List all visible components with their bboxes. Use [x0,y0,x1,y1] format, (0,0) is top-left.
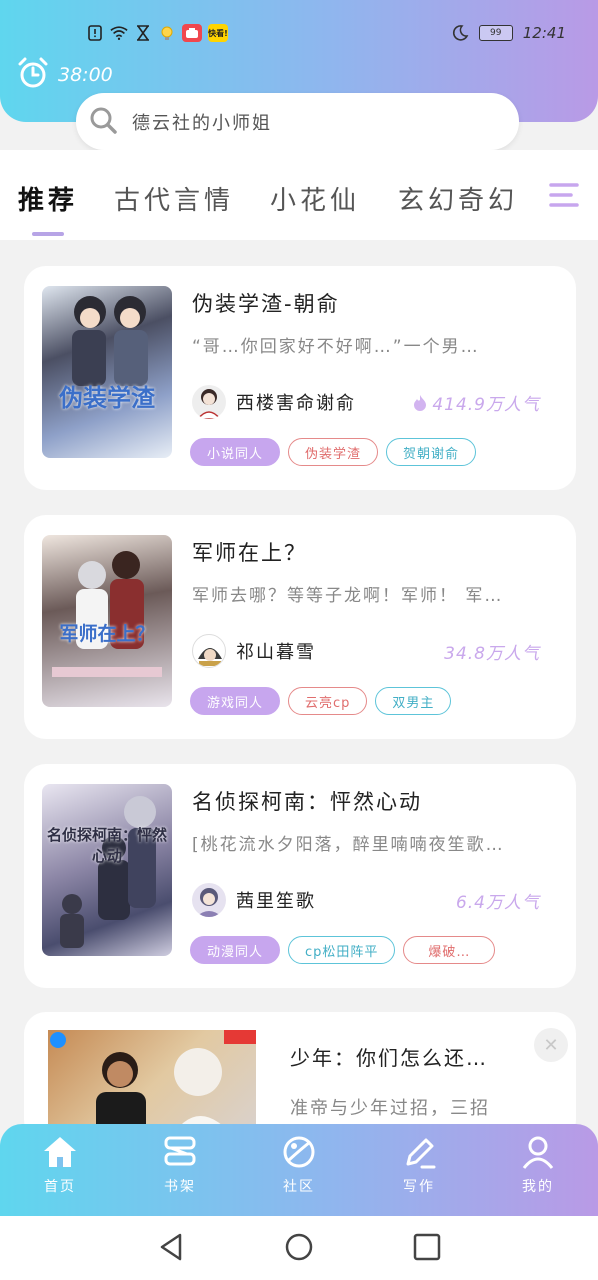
avatar[interactable] [192,883,226,917]
avatar[interactable] [192,385,226,419]
category-tabs: 推荐 古代言情 小花仙 玄幻奇幻 [0,150,598,240]
alert-icon [86,24,104,42]
ad-title[interactable]: 少年：你们怎么还… [290,1042,488,1071]
tab-xiaohuaxian[interactable]: 小花仙 [270,180,360,217]
cover-title: 名侦探柯南：怦然心动 [46,826,167,865]
author-row: 茜里笙歌 6.4万人气 [192,882,540,918]
hourglass-icon [134,24,152,42]
home-icon [44,1137,76,1167]
status-time: 12:41 [522,24,566,42]
book-description: “哥…你回家好不好啊…”一个男… [192,337,480,357]
tag[interactable]: 爆破… [403,936,496,964]
alarm-clock-icon [16,56,50,94]
app-yellow-icon: 快看! [208,24,228,42]
tag[interactable]: 云亮cp [288,687,368,715]
nav-label: 社区 [283,1179,315,1195]
pen-icon [406,1138,436,1169]
book-title[interactable]: 伪装学渣-朝俞 [192,288,340,318]
popularity-count: 34.8万人气 [444,639,540,664]
book-description: [桃花流水夕阳落，醉里喃喃夜笙歌… [192,835,505,855]
book-description: 军师去哪？等等子龙啊！军师！ 军… [192,586,504,606]
bulb-icon [158,24,176,42]
avatar[interactable] [192,634,226,668]
bookshelf-icon [164,1136,196,1166]
bottom-nav: 首页 书架 社区 写作 我的 [0,1124,598,1216]
author-name[interactable]: 祁山暮雪 [236,638,316,664]
tag[interactable]: 伪装学渣 [288,438,379,466]
nav-label: 我的 [522,1179,554,1195]
popularity-text: 6.4万人气 [455,893,540,913]
author-name[interactable]: 茜里笙歌 [236,887,316,913]
nav-mine[interactable]: 我的 [498,1134,578,1196]
ad-description: 准帝与少年过招，三招 [290,1098,490,1119]
cover-title: 军师在上？ [59,623,155,645]
book-cover[interactable]: 伪装学渣 [42,286,172,458]
user-icon [522,1136,554,1169]
timer-text: 38:00 [58,64,113,86]
cover-title: 伪装学渣 [59,383,155,412]
ad-card[interactable]: 少年：你们怎么还… 准帝与少年过招，三招 ✕ [24,1012,576,1142]
tag-list: 动漫同人 cp松田阵平 爆破… [190,936,496,964]
tab-fantasy[interactable]: 玄幻奇幻 [398,180,518,217]
close-icon[interactable]: ✕ [534,1028,568,1062]
search-icon [88,105,118,139]
tag[interactable]: 贺朝谢俞 [386,438,477,466]
battery-icon: 99 [478,25,513,41]
status-bar: 快看! 99 12:41 [0,20,598,52]
search-input[interactable]: 德云社的小师姐 [76,93,519,150]
author-name[interactable]: 西楼害命谢俞 [236,389,356,415]
popularity-count: 6.4万人气 [456,888,540,913]
flame-icon [414,394,427,411]
planet-icon [283,1136,315,1168]
author-row: 祁山暮雪 34.8万人气 [192,633,540,669]
book-card[interactable]: 名侦探柯南：怦然心动 名侦探柯南：怦然心动 [桃花流水夕阳落，醉里喃喃夜笙歌… … [24,764,576,988]
author-row: 西楼害命谢俞 414.9万人气 [192,384,540,420]
tab-indicator [32,232,64,236]
tab-menu-icon[interactable] [549,180,579,214]
book-card[interactable]: 伪装学渣 伪装学渣-朝俞 “哥…你回家好不好啊…”一个男… 西楼害命谢俞 414… [24,266,576,490]
tag[interactable]: 小说同人 [190,438,281,466]
wifi-icon [110,24,128,42]
nav-home[interactable]: 首页 [20,1134,100,1196]
book-cover[interactable]: 军师在上？ [42,535,172,707]
nav-label: 首页 [44,1179,76,1195]
tab-recommend[interactable]: 推荐 [18,180,78,217]
book-card[interactable]: 军师在上？ 军师在上？ 军师去哪？等等子龙啊！军师！ 军… 祁山暮雪 34.8万… [24,515,576,739]
tag[interactable]: cp松田阵平 [288,936,396,964]
nav-label: 书架 [164,1179,196,1195]
popularity-text: 34.8万人气 [444,644,540,664]
tag[interactable]: 游戏同人 [190,687,281,715]
nav-community[interactable]: 社区 [259,1134,339,1196]
home-circle-icon[interactable] [284,1232,314,1266]
popularity-count: 414.9万人气 [412,390,540,415]
popularity-text: 414.9万人气 [432,395,540,415]
recents-icon[interactable] [412,1232,442,1266]
moon-icon [451,24,469,42]
system-nav-bar [0,1216,598,1280]
book-title[interactable]: 名侦探柯南：怦然心动 [192,786,422,816]
tag-list: 游戏同人 云亮cp 双男主 [190,687,452,715]
search-placeholder: 德云社的小师姐 [132,112,272,134]
book-cover[interactable]: 名侦探柯南：怦然心动 [42,784,172,956]
tag-list: 小说同人 伪装学渣 贺朝谢俞 [190,438,477,466]
nav-label: 写作 [403,1179,435,1195]
book-title[interactable]: 军师在上？ [192,537,307,567]
tag[interactable]: 双男主 [375,687,452,715]
nav-write[interactable]: 写作 [379,1134,459,1196]
reading-timer[interactable]: 38:00 [16,56,113,94]
tag[interactable]: 动漫同人 [190,936,281,964]
app-red-icon [182,24,202,42]
nav-bookshelf[interactable]: 书架 [140,1134,220,1196]
back-icon[interactable] [156,1232,186,1266]
tab-ancient-romance[interactable]: 古代言情 [114,180,234,217]
